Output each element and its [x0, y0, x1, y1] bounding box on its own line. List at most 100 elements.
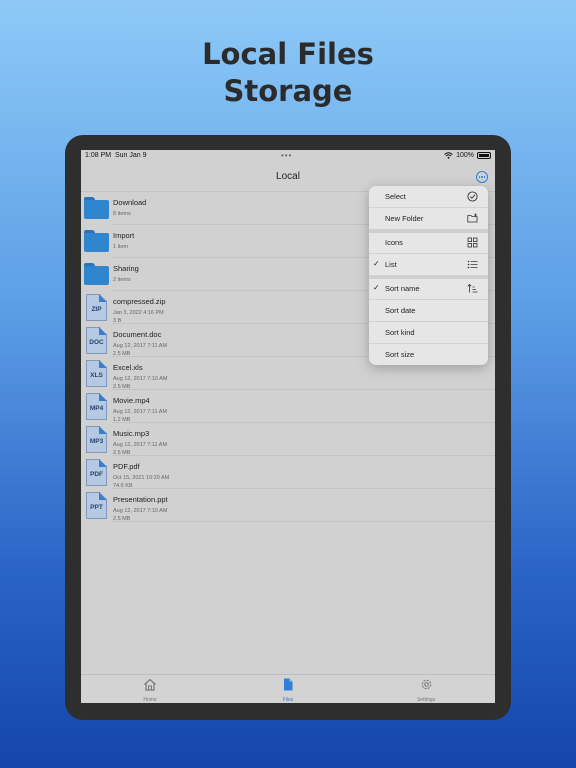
file-icon [284, 678, 293, 691]
file-meta-line: 8 items [113, 211, 131, 217]
checkmark-icon: ✓ [373, 259, 380, 268]
file-name: Music.mp3 [113, 429, 150, 438]
file-row[interactable]: MP3 Music.mp3 Aug 12, 2017 7:11 AM 2.5 MB [86, 423, 495, 457]
file-extension-label: PPT [90, 504, 103, 511]
file-row[interactable]: MP4 Movie.mp4 Aug 12, 2017 7:11 AM 1.2 MB [86, 390, 495, 423]
file-meta-line: 1 item [113, 244, 128, 250]
options-menu: Select New Folder Icons ✓ List ✓ Sort na… [369, 186, 488, 365]
menu-item-sort-name[interactable]: ✓ Sort name [369, 278, 488, 300]
file-meta-line: Aug 12, 2017 7:10 AM [113, 376, 168, 382]
tab-settings-label: Settings [416, 697, 436, 703]
sort-ascending-icon [467, 283, 478, 293]
file-meta-line: Aug 12, 2017 7:10 AM [113, 508, 168, 514]
file-name: Sharing [113, 264, 139, 273]
file-row[interactable]: PPT Presentation.ppt Aug 12, 2017 7:10 AM 2… [86, 489, 495, 523]
status-indicators: 100% [444, 152, 491, 159]
promo-headline: Local Files Storage [0, 36, 576, 110]
file-extension-label: PDF [90, 471, 103, 478]
menu-item-icons[interactable]: Icons [369, 232, 488, 254]
list-icon [467, 260, 478, 269]
file-row[interactable]: PDF PDF.pdf Oct 15, 2021 10:20 AM 74.6 KB [86, 456, 495, 490]
new-folder-icon [467, 213, 478, 223]
document-icon: ZIP [83, 294, 109, 321]
home-icon [144, 678, 156, 691]
file-extension-label: MP4 [89, 405, 104, 412]
headline-line-2: Storage [223, 74, 353, 108]
menu-item-label: Sort date [385, 306, 416, 315]
menu-item-label: List [385, 260, 397, 269]
tab-files-label: Files [282, 697, 294, 703]
status-time: 1:08 PM Sun Jan 9 [85, 152, 147, 159]
file-meta-line: Oct 15, 2021 10:20 AM [113, 475, 170, 481]
file-meta: Aug 12, 2017 7:10 AM 2.5 MB [113, 375, 167, 391]
file-extension-label: MP3 [89, 438, 104, 445]
file-name: Download [113, 198, 147, 207]
document-icon: XLS [83, 360, 109, 387]
menu-item-list[interactable]: ✓ List [369, 254, 488, 276]
file-name: Excel.xls [113, 363, 143, 372]
document-icon: PPT [83, 492, 109, 519]
file-name: Import [113, 231, 135, 240]
tab-files[interactable]: Files [258, 678, 318, 703]
file-meta: 8 items [113, 210, 131, 218]
checkmark-icon: ✓ [373, 283, 380, 292]
menu-item-label: Select [385, 192, 406, 201]
menu-item-sort-date[interactable]: Sort date [369, 300, 488, 322]
menu-item-sort-size[interactable]: Sort size [369, 344, 488, 365]
file-meta-line: Aug 12, 2017 7:11 AM [113, 409, 168, 415]
file-name: Presentation.ppt [113, 495, 168, 504]
document-icon: MP4 [83, 393, 109, 420]
file-meta: 1 item [113, 243, 128, 251]
menu-item-new-folder[interactable]: New Folder [369, 208, 488, 230]
file-meta: Oct 15, 2021 10:20 AM 74.6 KB [113, 474, 169, 490]
wifi-icon [444, 152, 453, 159]
tab-home-label: Home [143, 697, 157, 703]
file-meta: Aug 12, 2017 7:10 AM 2.5 MB [113, 507, 167, 523]
document-icon: DOC [83, 327, 109, 354]
menu-item-label: New Folder [385, 214, 424, 223]
document-icon: PDF [83, 459, 109, 486]
folder-icon [83, 195, 109, 222]
file-name: PDF.pdf [113, 462, 140, 471]
file-size: 2.5 MB [113, 516, 131, 522]
file-name: Document.doc [113, 330, 162, 339]
file-extension-label: XLS [90, 372, 103, 379]
file-meta: Jan 3, 2022 4:16 PM 3 B [113, 309, 164, 325]
folder-icon [83, 228, 109, 255]
battery-percent: 100% [456, 152, 474, 159]
menu-item-label: Sort size [385, 350, 415, 359]
file-meta-line: Jan 3, 2022 4:16 PM [113, 310, 164, 316]
file-name: Movie.mp4 [113, 396, 150, 405]
tab-home[interactable]: Home [120, 678, 180, 703]
status-date: Sun Jan 9 [114, 152, 147, 159]
document-icon: MP3 [83, 426, 109, 453]
tab-settings[interactable]: Settings [396, 678, 456, 703]
checkmark-circle-icon [467, 191, 478, 202]
tablet-frame: 1:08 PM Sun Jan 9 ••• 100% Local Downloa… [65, 135, 511, 720]
folder-icon [83, 261, 109, 288]
grid-icon [467, 237, 478, 248]
menu-item-label: Icons [385, 238, 403, 247]
file-meta: 2 items [113, 276, 131, 284]
file-meta: Aug 12, 2017 7:11 AM 2.5 MB [113, 342, 167, 358]
status-bar: 1:08 PM Sun Jan 9 ••• 100% [81, 150, 495, 164]
tab-bar: Home Files Settings [81, 674, 495, 703]
status-clock: 1:08 PM [85, 152, 112, 159]
gear-icon [421, 679, 431, 690]
menu-item-label: Sort name [385, 284, 420, 293]
app-screen: 1:08 PM Sun Jan 9 ••• 100% Local Downloa… [81, 150, 495, 703]
file-meta-line: Aug 12, 2017 7:11 AM [113, 442, 168, 448]
file-meta-line: 2 items [113, 277, 131, 283]
headline-line-1: Local Files [202, 37, 374, 71]
menu-item-select[interactable]: Select [369, 186, 488, 208]
file-name: compressed.zip [113, 297, 166, 306]
multitasking-dots-icon[interactable]: ••• [281, 151, 292, 160]
menu-item-sort-kind[interactable]: Sort kind [369, 322, 488, 344]
file-extension-label: DOC [89, 339, 104, 346]
battery-icon [477, 152, 491, 159]
more-options-icon[interactable] [476, 171, 488, 183]
file-extension-label: ZIP [91, 306, 102, 313]
file-meta: Aug 12, 2017 7:11 AM 2.5 MB [113, 441, 167, 457]
menu-item-label: Sort kind [385, 328, 415, 337]
nav-title: Local [276, 171, 300, 182]
